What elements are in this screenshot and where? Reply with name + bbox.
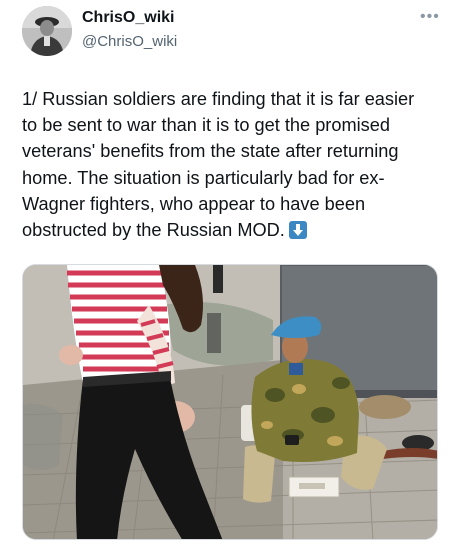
more-horizontal-icon[interactable]: ••• xyxy=(420,8,442,26)
avatar-image xyxy=(22,6,72,56)
tweet-photo[interactable] xyxy=(22,264,438,540)
author-handle[interactable]: @ChrisO_wiki xyxy=(82,32,177,52)
tweet-text: 1/ Russian soldiers are finding that it … xyxy=(22,86,442,243)
photo-scene xyxy=(23,265,437,539)
down-arrow-emoji-icon xyxy=(288,221,307,240)
tweet-text-line: 1/ Russian soldiers are finding that it … xyxy=(22,89,415,109)
tweet-text-line: to be sent to war than it is to get the … xyxy=(22,115,390,136)
tweet-text-line: home. The situation is particularly bad … xyxy=(22,167,385,188)
author-display-name[interactable]: ChrisO_wiki xyxy=(82,8,174,28)
tweet-text-line: veterans' benefits from the state after … xyxy=(22,141,399,162)
tweet-text-line: Wagner fighters, who appear to have been xyxy=(22,193,366,214)
tweet-text-line-last: obstructed by the Russian MOD. xyxy=(22,217,442,243)
tweet-card[interactable]: ChrisO_wiki @ChrisO_wiki ••• 1/ Russian … xyxy=(0,0,460,552)
author-avatar[interactable] xyxy=(22,6,72,56)
tweet-text-line: obstructed by the Russian MOD. xyxy=(22,220,285,241)
